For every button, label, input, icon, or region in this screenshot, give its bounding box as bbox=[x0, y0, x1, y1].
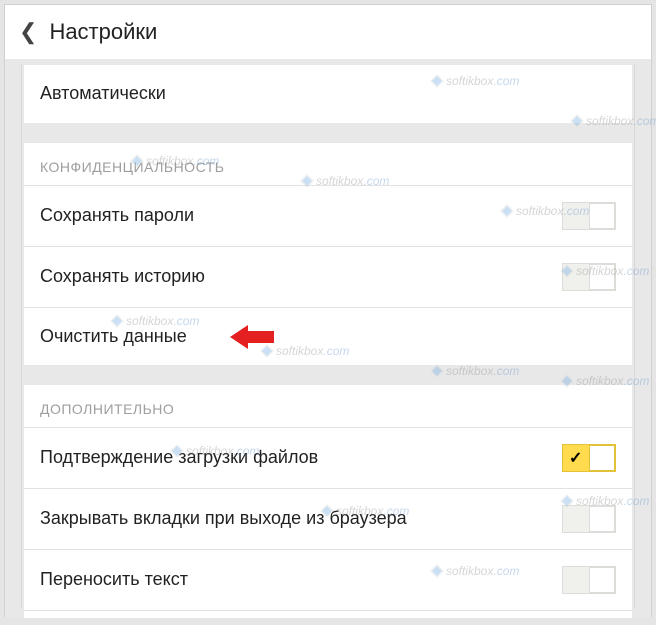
row-close-tabs[interactable]: Закрывать вкладки при выходе из браузера… bbox=[24, 488, 632, 549]
content-area: Автоматически КОНФИДЕНЦИАЛЬНОСТЬ Сохраня… bbox=[5, 59, 651, 618]
row-save-history[interactable]: Сохранять историю ✓ bbox=[24, 246, 632, 307]
row-label: Сохранять пароли bbox=[40, 204, 562, 227]
group-header-privacy: КОНФИДЕНЦИАЛЬНОСТЬ bbox=[24, 143, 632, 185]
row-label: Закрывать вкладки при выходе из браузера bbox=[40, 507, 562, 530]
toggle-close-tabs[interactable]: ✓ bbox=[562, 505, 616, 533]
toggle-knob bbox=[589, 567, 615, 593]
toggle-knob bbox=[589, 203, 615, 229]
check-icon: ✓ bbox=[569, 448, 582, 468]
row-label: Очистить данные bbox=[40, 325, 616, 348]
toggle-save-passwords[interactable]: ✓ bbox=[562, 202, 616, 230]
page-title: Настройки bbox=[49, 19, 157, 45]
content-inner: Автоматически КОНФИДЕНЦИАЛЬНОСТЬ Сохраня… bbox=[21, 65, 635, 608]
row-wrap-text[interactable]: Переносить текст ✓ bbox=[24, 549, 632, 610]
toggle-wrap-text[interactable]: ✓ bbox=[562, 566, 616, 594]
row-label: Автоматически bbox=[40, 82, 616, 105]
row-clear-data[interactable]: Очистить данные bbox=[24, 307, 632, 365]
privacy-group: КОНФИДЕНЦИАЛЬНОСТЬ Сохранять пароли ✓ Со… bbox=[24, 143, 632, 365]
row-auto[interactable]: Автоматически bbox=[24, 65, 632, 123]
advanced-group: ДОПОЛНИТЕЛЬНО Подтверждение загрузки фай… bbox=[24, 385, 632, 618]
toggle-confirm-download[interactable]: ✓ bbox=[562, 444, 616, 472]
header: ❮ Настройки bbox=[5, 5, 651, 59]
toggle-knob bbox=[589, 445, 615, 471]
row-protect-connection[interactable]: Защищать соединение при работе в небезоп… bbox=[24, 610, 632, 618]
group-header-advanced: ДОПОЛНИТЕЛЬНО bbox=[24, 385, 632, 427]
row-confirm-download[interactable]: Подтверждение загрузки файлов ✓ bbox=[24, 427, 632, 488]
toggle-knob bbox=[589, 506, 615, 532]
row-label: Переносить текст bbox=[40, 568, 562, 591]
row-label: Сохранять историю bbox=[40, 265, 562, 288]
back-icon[interactable]: ❮ bbox=[19, 19, 37, 45]
row-label: Подтверждение загрузки файлов bbox=[40, 446, 562, 469]
top-group: Автоматически bbox=[24, 65, 632, 123]
toggle-knob bbox=[589, 264, 615, 290]
toggle-save-history[interactable]: ✓ bbox=[562, 263, 616, 291]
row-save-passwords[interactable]: Сохранять пароли ✓ bbox=[24, 185, 632, 246]
settings-panel: ❮ Настройки Автоматически КОНФИДЕНЦИАЛЬН… bbox=[4, 4, 652, 617]
